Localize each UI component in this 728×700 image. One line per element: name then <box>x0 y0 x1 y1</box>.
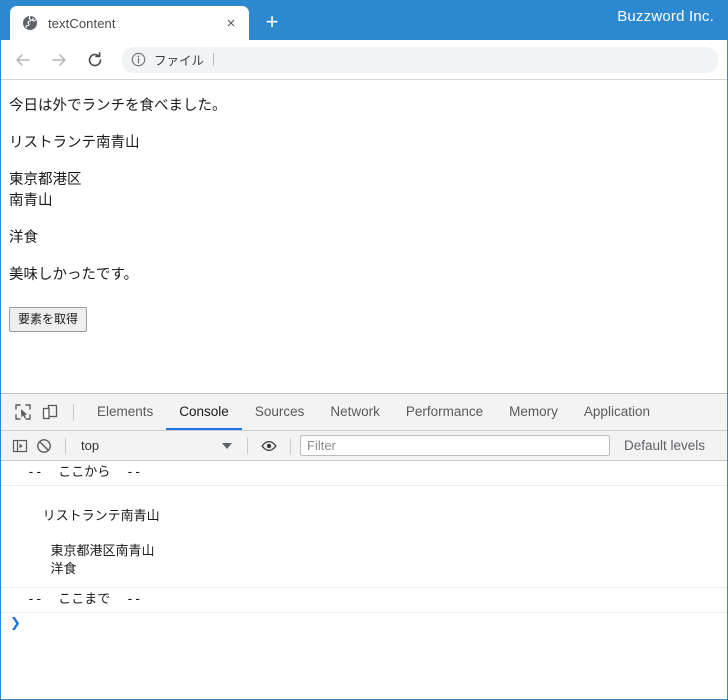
browser-tab[interactable]: textContent × <box>10 6 249 40</box>
address-bar[interactable]: ファイル <box>121 46 719 73</box>
console-message: リストランテ南青山 東京都港区南青山 洋食 <box>1 486 727 589</box>
console-output[interactable]: -- ここから -- リストランテ南青山 東京都港区南青山 洋食 -- ここまで… <box>1 461 727 655</box>
tab-performance[interactable]: Performance <box>393 394 496 430</box>
devtools-tabbar: Elements Console Sources Network Perform… <box>1 394 727 431</box>
brand-label: Buzzword Inc. <box>617 8 714 25</box>
tab-strip: textContent × + <box>1 0 289 40</box>
page-paragraph: 洋食 <box>9 230 38 247</box>
page-paragraph: 今日は外でランチを食べました。 <box>9 98 227 114</box>
tab-console[interactable]: Console <box>166 394 242 430</box>
eye-icon[interactable] <box>257 434 281 458</box>
tab-network[interactable]: Network <box>317 394 393 430</box>
page-paragraph: 東京都港区 南青山 <box>9 172 82 210</box>
page-paragraph: 美味しかったです。 <box>9 267 139 284</box>
execution-context-select[interactable]: top <box>75 435 238 457</box>
tab-sources[interactable]: Sources <box>242 394 318 430</box>
console-message: -- ここまで -- <box>1 588 727 613</box>
console-filter-placeholder: Filter <box>307 438 336 453</box>
browser-titlebar: textContent × + Buzzword Inc. <box>1 0 727 40</box>
execution-context-value: top <box>81 438 100 453</box>
console-sidebar-icon[interactable] <box>8 434 32 458</box>
page-viewport: 今日は外でランチを食べました。 リストランテ南青山 東京都港区 南青山 洋食 美… <box>1 80 727 393</box>
browser-window: textContent × + Buzzword Inc. ファイル 今日は外で… <box>0 0 728 700</box>
clear-console-icon[interactable] <box>32 434 56 458</box>
console-input-line[interactable]: ❯ <box>1 613 727 635</box>
inspect-element-icon[interactable] <box>9 399 36 426</box>
address-bar-value: ファイル <box>154 54 205 68</box>
page-paragraph: リストランテ南青山 <box>9 135 140 152</box>
tab-title: textContent <box>48 15 116 31</box>
console-toolbar-divider <box>247 437 248 454</box>
new-tab-button[interactable]: + <box>255 5 289 39</box>
close-icon[interactable]: × <box>221 13 241 33</box>
navigation-toolbar: ファイル <box>1 40 727 80</box>
console-prompt-icon: ❯ <box>10 615 21 631</box>
tab-elements[interactable]: Elements <box>84 394 166 430</box>
back-arrow-icon[interactable] <box>9 46 37 74</box>
forward-arrow-icon[interactable] <box>45 46 73 74</box>
device-toolbar-icon[interactable] <box>36 399 63 426</box>
info-circle-icon[interactable] <box>131 52 146 67</box>
toolbar-divider <box>73 403 74 421</box>
console-toolbar-divider <box>290 437 291 454</box>
console-filter-input[interactable]: Filter <box>300 435 610 456</box>
console-toolbar: top Filter Default levels <box>1 431 727 461</box>
tab-memory[interactable]: Memory <box>496 394 571 430</box>
reload-icon[interactable] <box>81 46 109 74</box>
globe-icon <box>22 15 38 31</box>
log-levels-select[interactable]: Default levels <box>624 438 705 453</box>
get-element-button[interactable]: 要素を取得 <box>9 307 88 333</box>
tab-application[interactable]: Application <box>571 394 663 430</box>
devtools-panel: Elements Console Sources Network Perform… <box>1 393 727 655</box>
console-message: -- ここから -- <box>1 461 727 486</box>
chevron-down-icon <box>222 442 232 449</box>
address-bar-separator <box>213 53 215 66</box>
console-toolbar-divider <box>65 437 66 454</box>
